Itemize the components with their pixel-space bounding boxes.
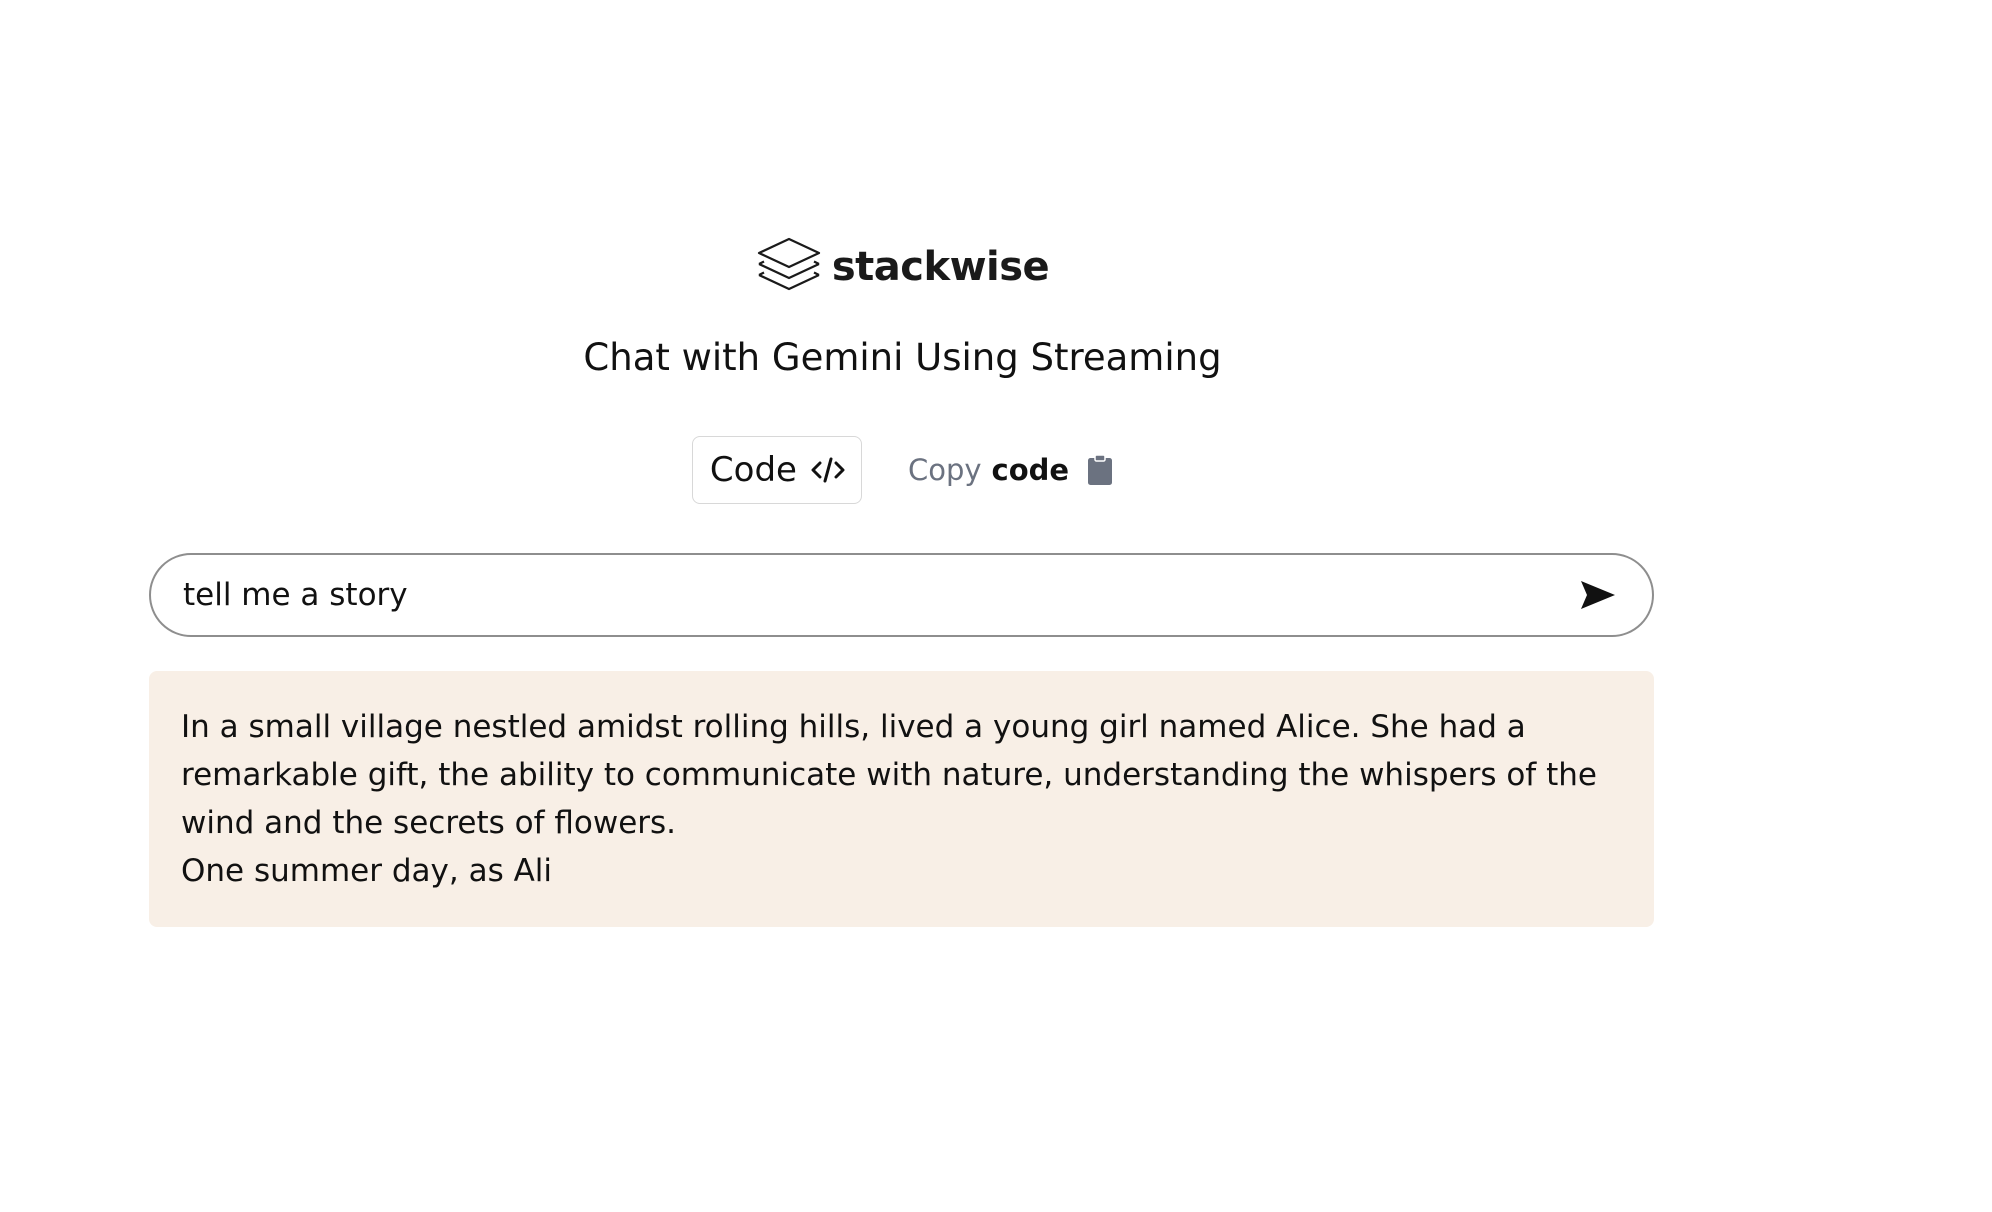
chat-input-container — [149, 553, 1654, 637]
copy-label-bold: code — [991, 453, 1070, 487]
response-text: In a small village nestled amidst rollin… — [181, 709, 1597, 889]
response-panel: In a small village nestled amidst rollin… — [149, 671, 1654, 927]
code-button-label: Code — [709, 450, 797, 490]
stacked-layers-icon — [757, 237, 820, 291]
copy-label: Copy — [907, 453, 982, 487]
brand-name: stackwise — [831, 244, 1050, 290]
code-button[interactable]: Code — [691, 436, 862, 504]
code-brackets-icon — [811, 457, 845, 483]
app-root: stackwise Chat with Gemini Using Streami… — [0, 0, 1992, 1212]
brand-logo: stackwise — [0, 237, 1805, 297]
chat-input[interactable] — [151, 555, 1568, 635]
copy-code-button[interactable]: Copy code — [908, 453, 1113, 487]
clipboard-icon — [1088, 454, 1113, 485]
send-button[interactable] — [1568, 565, 1628, 625]
page-title: Chat with Gemini Using Streaming — [583, 336, 1222, 379]
send-arrow-icon — [1581, 581, 1615, 609]
action-row: Code Copy code — [0, 436, 1805, 504]
